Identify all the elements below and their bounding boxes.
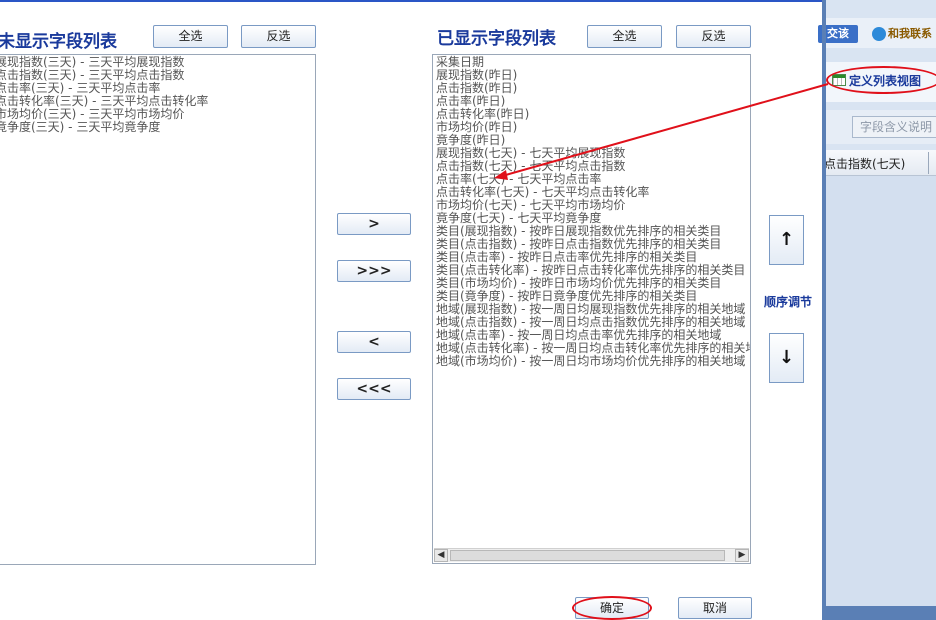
scroll-right-arrow-icon[interactable]: ▶: [735, 549, 749, 562]
move-left-button[interactable]: <: [337, 331, 411, 353]
right-invert-button[interactable]: 反选: [676, 25, 751, 48]
contact-link[interactable]: 和我联系: [872, 25, 932, 41]
left-select-all-button[interactable]: 全选: [153, 25, 228, 48]
right-select-all-button[interactable]: 全选: [587, 25, 662, 48]
contact-link-label: 和我联系: [888, 27, 932, 40]
cancel-button[interactable]: 取消: [678, 597, 752, 619]
hidden-fields-title: 未显示字段列表: [0, 32, 117, 52]
column-header-click-index[interactable]: 点击指数(七天): [824, 155, 905, 172]
move-all-left-button[interactable]: <<<: [337, 378, 411, 400]
background-table-body: [826, 176, 936, 606]
horizontal-scrollbar[interactable]: ◀ ▶: [434, 548, 749, 562]
move-down-button[interactable]: ↓: [769, 333, 804, 383]
hidden-fields-list[interactable]: 展现指数(三天) - 三天平均展现指数 点击指数(三天) - 三天平均点击指数 点击…: [0, 54, 316, 565]
list-item[interactable]: 地域(市场均价) - 按一周日均市场均价优先排序的相关地域: [433, 355, 750, 368]
shown-fields-title: 已显示字段列表: [437, 29, 556, 49]
scroll-left-arrow-icon[interactable]: ◀: [434, 549, 448, 562]
move-right-button[interactable]: >: [337, 213, 411, 235]
shown-fields-items: 采集日期 展现指数(昨日) 点击指数(昨日) 点击率(昨日) 点击转化率(昨日) 市场均价…: [433, 55, 750, 368]
dialog-top-border: [0, 0, 822, 2]
window-divider: [822, 0, 826, 620]
background-bottom-bar: [826, 606, 936, 620]
order-adjust-label: 顺序调节: [764, 295, 813, 309]
define-view-highlight-annotation: [826, 66, 936, 94]
list-item[interactable]: 竟争度(三天) - 三天平均竟争度: [0, 121, 315, 134]
ok-highlight-annotation: [572, 596, 652, 620]
move-up-button[interactable]: ↑: [769, 215, 804, 265]
column-separator: [928, 152, 929, 174]
shown-fields-list[interactable]: 采集日期 展现指数(昨日) 点击指数(昨日) 点击率(昨日) 点击转化率(昨日) 市场均价…: [432, 54, 751, 564]
move-all-right-button[interactable]: >>>: [337, 260, 411, 282]
left-invert-button[interactable]: 反选: [241, 25, 316, 48]
hidden-fields-items: 展现指数(三天) - 三天平均展现指数 点击指数(三天) - 三天平均点击指数 点击…: [0, 55, 315, 134]
field-meaning-button[interactable]: 字段含义说明: [852, 116, 936, 138]
scrollbar-thumb[interactable]: [450, 550, 725, 561]
globe-icon: [872, 27, 886, 41]
field-config-dialog: 未显示字段列表 全选 反选 展现指数(三天) - 三天平均展现指数 点击指数(三天…: [0, 0, 822, 620]
